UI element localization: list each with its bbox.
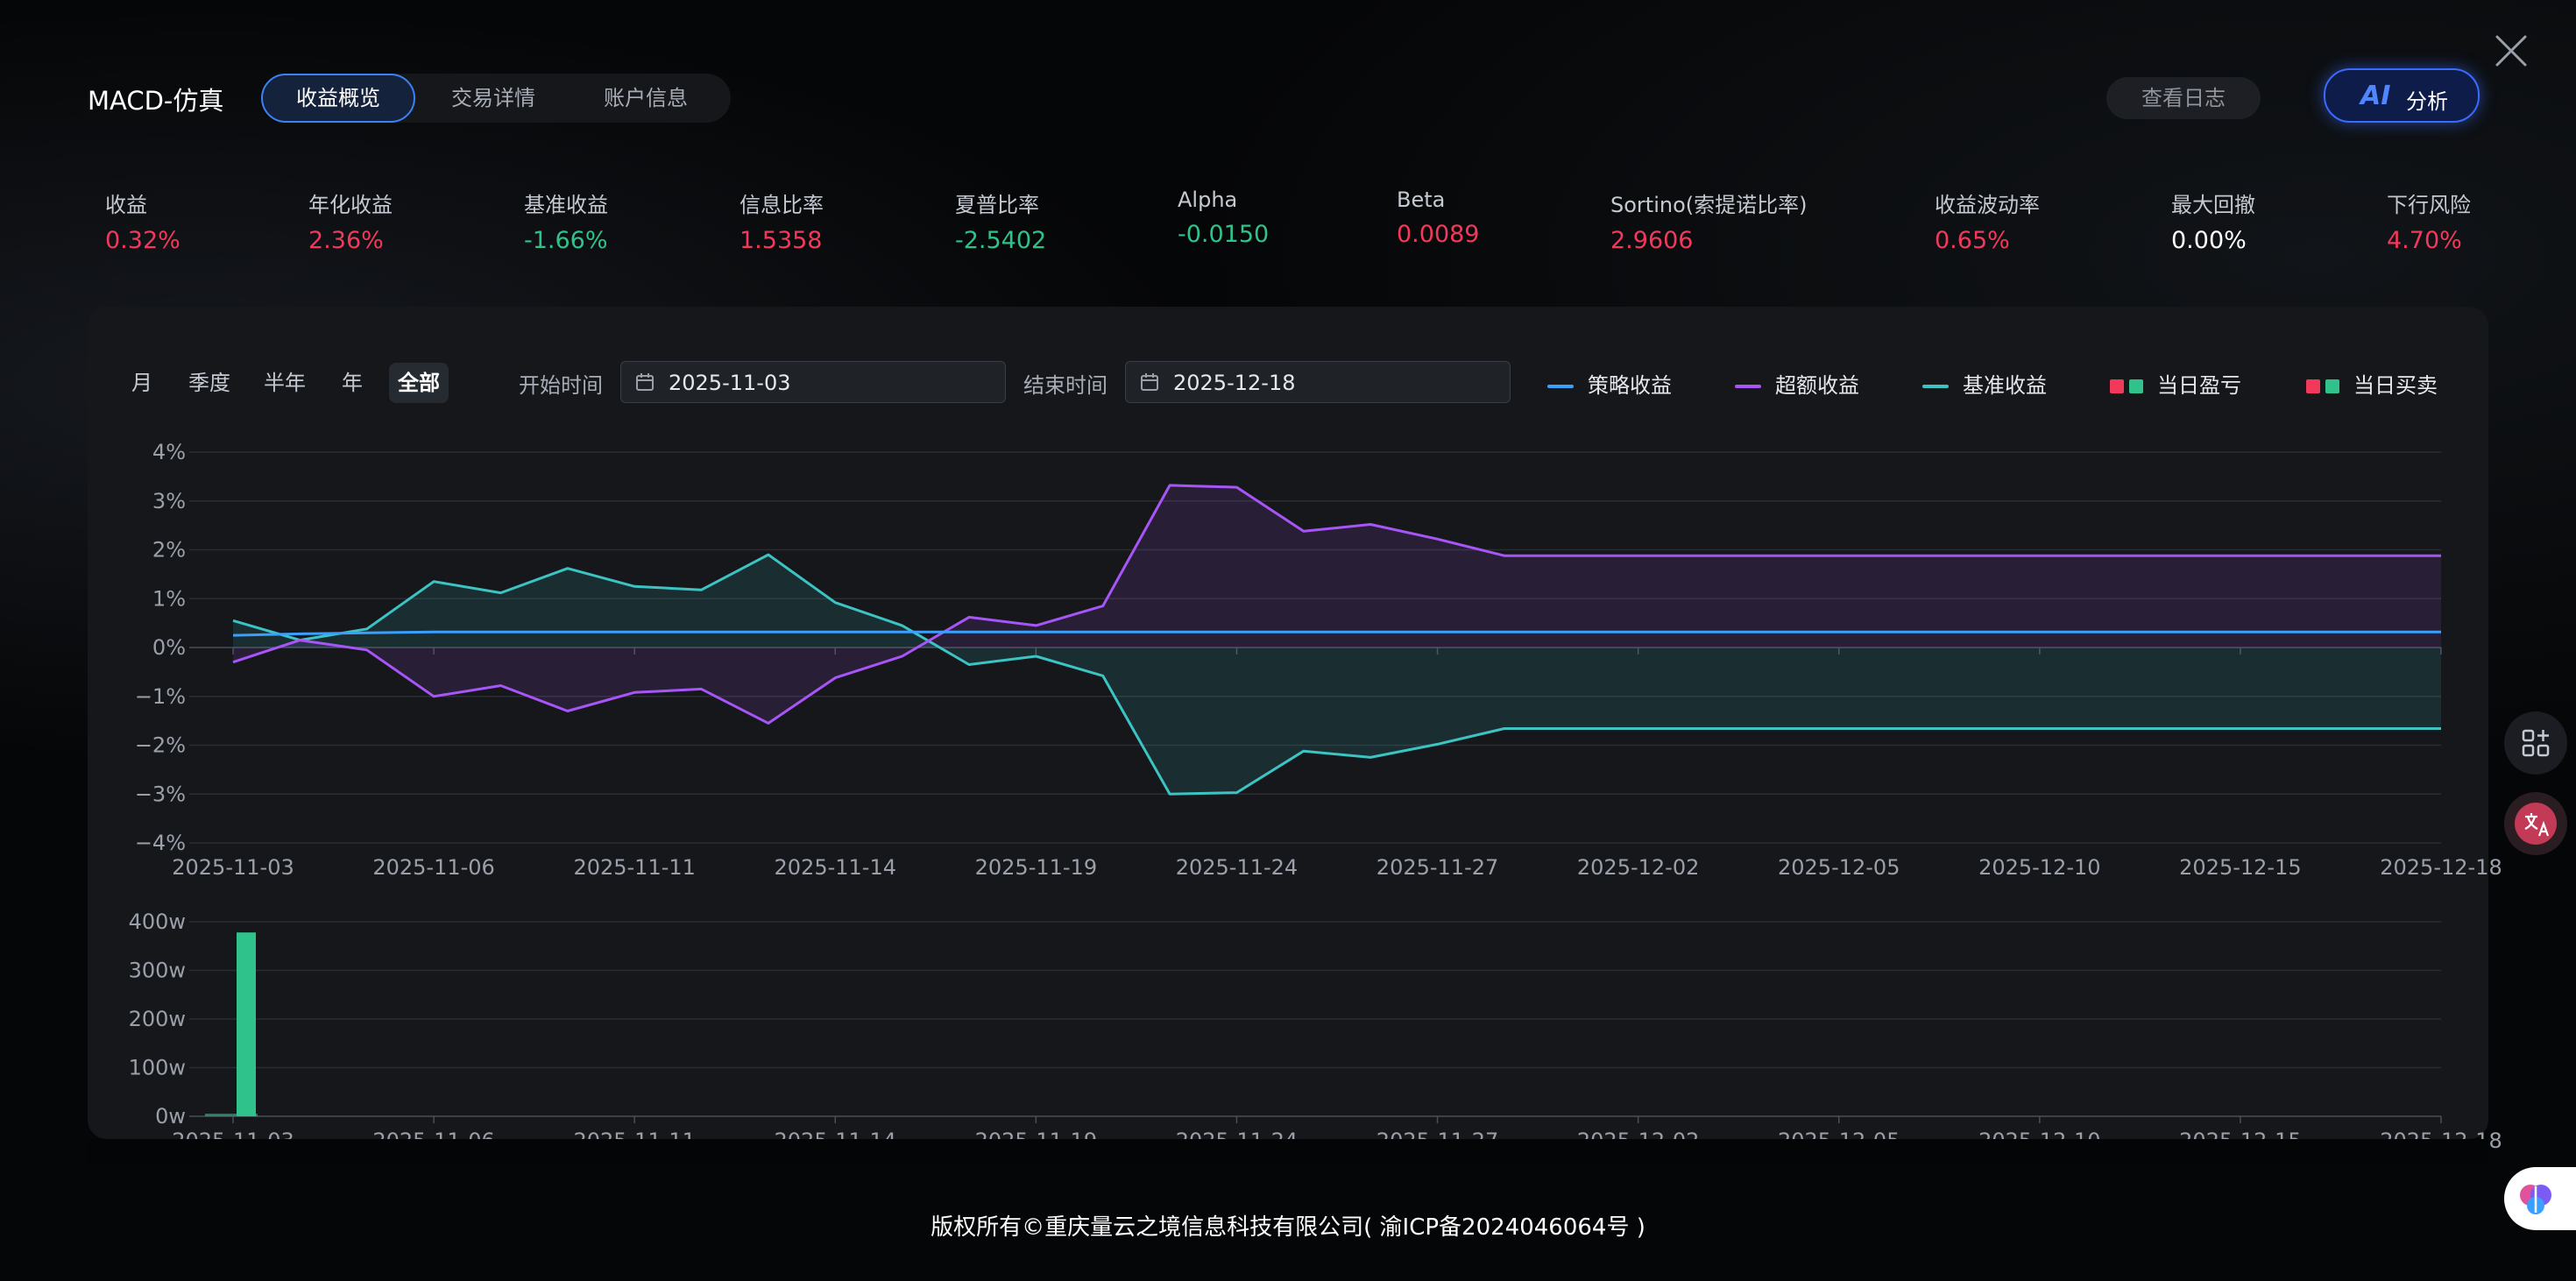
y-tick-label: −3% (135, 782, 186, 806)
y-tick-label: −1% (135, 684, 186, 709)
y-tick-label: 3% (152, 489, 186, 513)
apps-icon[interactable] (2504, 711, 2567, 775)
x-tick-label: 2025-12-10 (1978, 855, 2100, 880)
x-tick-label: 2025-11-14 (775, 855, 896, 880)
translate-icon[interactable] (2504, 792, 2567, 855)
x-tick-label: 2025-12-02 (1577, 855, 1699, 880)
y-tick-label: −4% (135, 831, 186, 855)
strategy-report-modal: MACD-仿真 收益概览 交易详情 账户信息 查看日志 AI 分析 收益 0.32… (0, 0, 2576, 1281)
return-charts: 4% 3% 2% 1% 0% −1% −2% −3% −4%2025-11-03 2025-11-… (88, 440, 2502, 1165)
y-tick-label: 0% (152, 635, 186, 660)
y-tick-label: −2% (135, 733, 186, 758)
x-tick-label: 2025-12-15 (2179, 855, 2301, 880)
x-tick-label: 2025-11-11 (573, 855, 695, 880)
bar-y-tick-label: 300w (129, 959, 186, 983)
bar-mark-0 (237, 932, 256, 1116)
x-tick-label: 2025-11-27 (1376, 855, 1498, 880)
x-tick-label: 2025-11-03 (172, 855, 294, 880)
y-tick-label: 4% (152, 440, 186, 464)
bar-y-tick-label: 0w (155, 1104, 186, 1129)
x-tick-label: 2025-11-06 (372, 855, 494, 880)
y-tick-label: 1% (152, 586, 186, 611)
x-tick-label: 2025-12-05 (1778, 855, 1900, 880)
bar-y-tick-label: 100w (129, 1056, 186, 1080)
copyright-footer: 版权所有©重庆量云之境信息科技有限公司( 渝ICP备2024046064号 ) (931, 1214, 1645, 1241)
x-tick-label: 2025-11-24 (1176, 855, 1298, 880)
y-tick-label: 2% (152, 538, 186, 563)
x-tick-label: 2025-11-19 (975, 855, 1097, 880)
panel-bottom-mask (88, 1139, 2488, 1165)
x-tick-label: 2025-12-18 (2380, 855, 2502, 880)
bar-y-tick-label: 400w (129, 909, 186, 934)
bar-y-tick-label: 200w (129, 1007, 186, 1031)
